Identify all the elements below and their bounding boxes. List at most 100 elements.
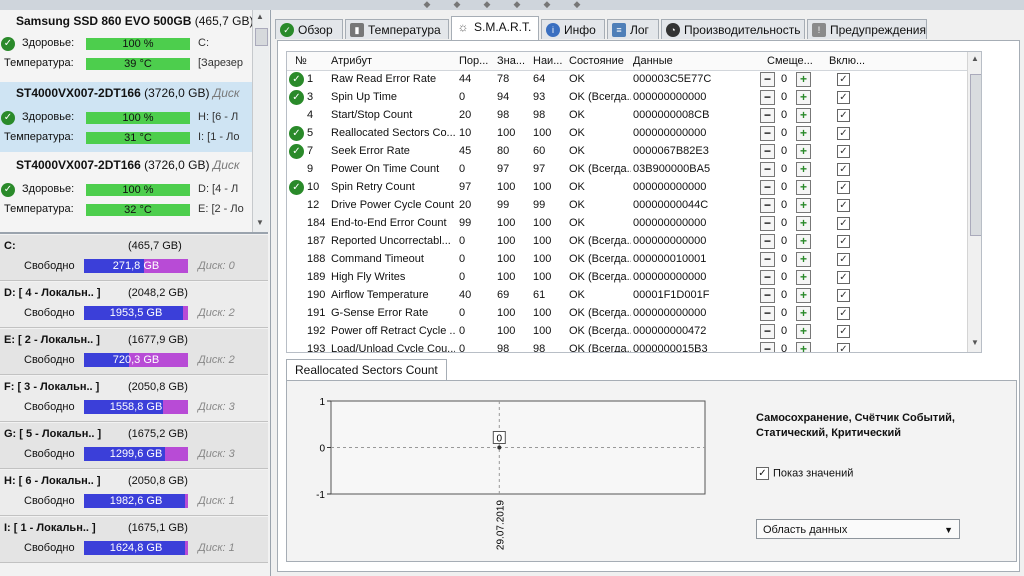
table-row[interactable]: 191 G-Sense Error Rate 0 100 100 OK (Всегда..…	[287, 305, 981, 323]
enabled-checkbox[interactable]: ✓	[837, 109, 850, 122]
scroll-down-icon[interactable]: ▼	[256, 218, 264, 227]
minus-icon[interactable]: −	[760, 216, 775, 231]
toolbar-icon[interactable]: ◆	[570, 0, 584, 9]
tab-temperature[interactable]: ▮ Температура	[345, 19, 449, 39]
offset-stepper[interactable]: −0 +	[760, 342, 814, 352]
drive-item[interactable]: Samsung SSD 860 EVO 500GB (465,7 GB) ✓ З…	[0, 10, 253, 80]
enabled-checkbox[interactable]: ✓	[837, 145, 850, 158]
column-header-offset[interactable]: Смеще...	[767, 55, 813, 67]
plus-icon[interactable]: +	[796, 288, 811, 303]
minus-icon[interactable]: −	[760, 342, 775, 352]
plus-icon[interactable]: +	[796, 342, 811, 352]
offset-stepper[interactable]: −0 +	[760, 306, 814, 321]
plus-icon[interactable]: +	[796, 162, 811, 177]
offset-stepper[interactable]: −0 +	[760, 90, 814, 105]
scroll-down-icon[interactable]: ▼	[971, 338, 979, 347]
enabled-checkbox[interactable]: ✓	[837, 289, 850, 302]
scrollbar-thumb[interactable]	[970, 74, 981, 236]
plus-icon[interactable]: +	[796, 252, 811, 267]
enabled-checkbox[interactable]: ✓	[837, 307, 850, 320]
column-header-data[interactable]: Данные	[633, 55, 673, 67]
volume-item[interactable]: F: [ 3 - Локальн.. ] (2050,8 GB) Свободн…	[0, 376, 268, 422]
minus-icon[interactable]: −	[760, 324, 775, 339]
offset-stepper[interactable]: −0 +	[760, 234, 814, 249]
enabled-checkbox[interactable]: ✓	[837, 91, 850, 104]
drive-item[interactable]: ST4000VX007-2DT166 (3726,0 GB) Диск ✓ Зд…	[0, 154, 252, 224]
toolbar-icon[interactable]: ◆	[420, 0, 434, 9]
tab-smart[interactable]: ☼ S.M.A.R.T.	[451, 16, 539, 40]
minus-icon[interactable]: −	[760, 90, 775, 105]
offset-stepper[interactable]: −0 +	[760, 324, 814, 339]
tab-info[interactable]: i Инфо	[541, 19, 605, 39]
column-header-enabled[interactable]: Вклю...	[829, 55, 865, 67]
drive-item[interactable]: ST4000VX007-2DT166 (3726,0 GB) Диск ✓ Зд…	[0, 82, 252, 152]
volume-item[interactable]: D: [ 4 - Локальн.. ] (2048,2 GB) Свободн…	[0, 282, 268, 328]
table-row[interactable]: 184 End-to-End Error Count 99 100 100 OK 00000…	[287, 215, 981, 233]
enabled-checkbox[interactable]: ✓	[837, 253, 850, 266]
table-row[interactable]: ✓ 7 Seek Error Rate 45 80 60 OK 0000067B82E3−0 +…	[287, 143, 981, 161]
scrollbar-thumb[interactable]	[255, 28, 268, 46]
table-row[interactable]: 189 High Fly Writes 0 100 100 OK (Всегда... 00…	[287, 269, 981, 287]
table-row[interactable]: 12 Drive Power Cycle Count 20 99 99 OK 0000000…	[287, 197, 981, 215]
plus-icon[interactable]: +	[796, 72, 811, 87]
table-row[interactable]: ✓ 3 Spin Up Time 0 94 93 OK (Всегда... 00000000…	[287, 89, 981, 107]
table-row[interactable]: 9 Power On Time Count 0 97 97 OK (Всегда... 03…	[287, 161, 981, 179]
volume-item[interactable]: H: [ 6 - Локальн.. ] (2050,8 GB) Свободн…	[0, 470, 268, 516]
tab-warnings[interactable]: ! Предупреждения	[807, 19, 927, 39]
enabled-checkbox[interactable]: ✓	[837, 271, 850, 284]
tab-reallocated-sectors[interactable]: Reallocated Sectors Count	[286, 359, 447, 381]
toolbar-icon[interactable]: ◆	[450, 0, 464, 9]
enabled-checkbox[interactable]: ✓	[837, 127, 850, 140]
table-row[interactable]: ✓ 5 Reallocated Sectors Co... 10 100 100 OK 000…	[287, 125, 981, 143]
table-row[interactable]: 188 Command Timeout 0 100 100 OK (Всегда... 00…	[287, 251, 981, 269]
scroll-up-icon[interactable]: ▲	[256, 12, 264, 21]
offset-stepper[interactable]: −0 +	[760, 198, 814, 213]
column-header-worst[interactable]: Наи...	[533, 55, 562, 67]
offset-stepper[interactable]: −0 +	[760, 252, 814, 267]
column-header-num[interactable]: №	[295, 55, 307, 67]
offset-stepper[interactable]: −0 +	[760, 126, 814, 141]
plus-icon[interactable]: +	[796, 90, 811, 105]
plus-icon[interactable]: +	[796, 216, 811, 231]
plus-icon[interactable]: +	[796, 198, 811, 213]
chart-mode-select[interactable]: Область данных ▼	[756, 519, 960, 539]
minus-icon[interactable]: −	[760, 180, 775, 195]
offset-stepper[interactable]: −0 +	[760, 162, 814, 177]
minus-icon[interactable]: −	[760, 162, 775, 177]
offset-stepper[interactable]: −0 +	[760, 108, 814, 123]
minus-icon[interactable]: −	[760, 306, 775, 321]
tab-performance[interactable]: ◔ Производительность	[661, 19, 805, 39]
table-row[interactable]: 4 Start/Stop Count 20 98 98 OK 0000000008CB −0 +…	[287, 107, 981, 125]
chevron-down-icon[interactable]: ▼	[944, 520, 953, 540]
plus-icon[interactable]: +	[796, 108, 811, 123]
offset-stepper[interactable]: −0 +	[760, 288, 814, 303]
minus-icon[interactable]: −	[760, 144, 775, 159]
offset-stepper[interactable]: −0 +	[760, 72, 814, 87]
table-row[interactable]: 187 Reported Uncorrectabl... 0 100 100 OK (Вс…	[287, 233, 981, 251]
minus-icon[interactable]: −	[760, 72, 775, 87]
enabled-checkbox[interactable]: ✓	[837, 325, 850, 338]
offset-stepper[interactable]: −0 +	[760, 180, 814, 195]
enabled-checkbox[interactable]: ✓	[837, 217, 850, 230]
plus-icon[interactable]: +	[796, 234, 811, 249]
volume-item[interactable]: G: [ 5 - Локальн.. ] (1675,2 GB) Свободн…	[0, 423, 268, 469]
minus-icon[interactable]: −	[760, 126, 775, 141]
toolbar-icon[interactable]: ◆	[510, 0, 524, 9]
smart-table-scrollbar[interactable]: ▲ ▼	[967, 52, 981, 352]
tab-overview[interactable]: ✓ Обзор	[275, 19, 343, 39]
minus-icon[interactable]: −	[760, 252, 775, 267]
table-row[interactable]: ✓ 10 Spin Retry Count 97 100 100 OK 00000000000…	[287, 179, 981, 197]
tab-log[interactable]: ≡ Лог	[607, 19, 659, 39]
plus-icon[interactable]: +	[796, 126, 811, 141]
table-row[interactable]: 190 Airflow Temperature 40 69 61 OK 00001F1D00…	[287, 287, 981, 305]
minus-icon[interactable]: −	[760, 108, 775, 123]
plus-icon[interactable]: +	[796, 180, 811, 195]
plus-icon[interactable]: +	[796, 270, 811, 285]
plus-icon[interactable]: +	[796, 306, 811, 321]
scroll-up-icon[interactable]: ▲	[971, 54, 979, 63]
enabled-checkbox[interactable]: ✓	[837, 235, 850, 248]
enabled-checkbox[interactable]: ✓	[837, 73, 850, 86]
volume-item[interactable]: I: [ 1 - Локальн.. ] (1675,1 GB) Свободн…	[0, 517, 268, 563]
plus-icon[interactable]: +	[796, 324, 811, 339]
column-header-value[interactable]: Зна...	[497, 55, 525, 67]
